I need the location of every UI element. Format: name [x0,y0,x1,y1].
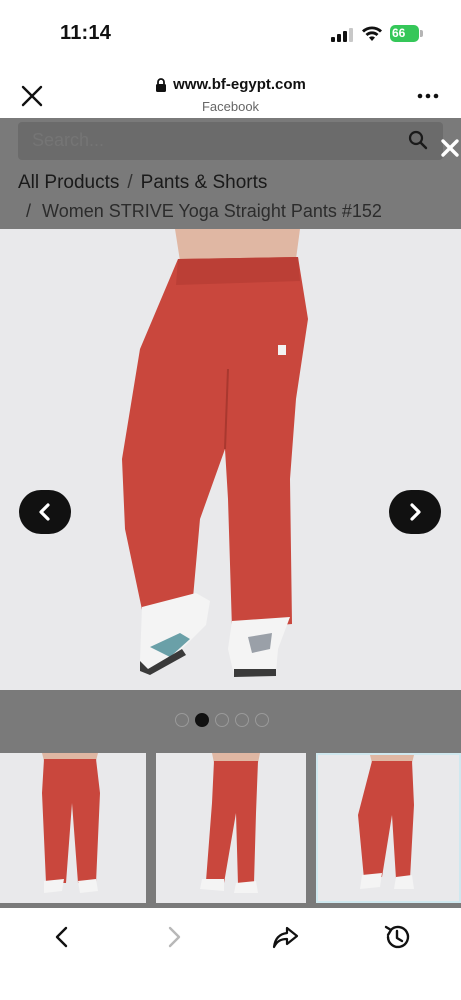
battery-tip [420,30,423,37]
thumbnail-image [318,755,459,901]
wifi-icon [362,26,382,41]
thumbnail-image [156,753,306,903]
product-image[interactable] [0,229,461,690]
status-bar: 11:14 66 [0,0,461,64]
address-bar[interactable]: www.bf-egypt.com Facebook [100,76,361,114]
lock-icon [156,77,167,92]
close-search-icon[interactable] [440,138,460,158]
pants-photo [0,229,461,690]
browser-toolbar [0,908,461,1000]
carousel-next-button[interactable] [389,490,441,534]
thumbnail-1[interactable] [0,753,146,903]
breadcrumb-pants-shorts[interactable]: Pants & Shorts [141,172,268,194]
share-icon[interactable] [271,923,299,951]
carousel-prev-button[interactable] [19,490,71,534]
battery-charging-icon: 66 [390,25,423,42]
back-icon[interactable] [48,923,76,951]
history-icon[interactable] [383,923,411,951]
breadcrumb-separator: / [127,172,133,193]
forward-icon[interactable] [160,923,188,951]
breadcrumb-current: / Women STRIVE Yoga Straight Pants #152 [26,201,382,222]
breadcrumb-all-products[interactable]: All Products [18,172,119,194]
page-url: www.bf-egypt.com [173,76,306,93]
browser-header: www.bf-egypt.com Facebook [0,64,461,118]
thumbnail-3-selected[interactable] [316,753,461,903]
referrer-label: Facebook [201,98,260,114]
breadcrumb-separator: / [26,201,32,221]
carousel-dot[interactable] [235,713,249,727]
carousel-dot[interactable] [215,713,229,727]
search-input[interactable] [32,130,264,151]
more-icon[interactable] [416,92,440,100]
thumbnail-strip [0,753,461,908]
carousel-dot-active[interactable] [195,713,209,727]
url-line: www.bf-egypt.com [155,76,306,93]
battery-level: 66 [392,26,406,40]
close-icon[interactable] [20,84,44,108]
battery-body: 66 [390,25,419,42]
status-time: 11:14 [60,22,112,44]
page-content: All Products / Pants & Shorts / Women STRI… [0,118,461,908]
chevron-right-icon [410,503,421,521]
carousel-indicator [175,713,269,727]
carousel-dot[interactable] [175,713,189,727]
carousel-dot[interactable] [255,713,269,727]
breadcrumb-product-title: Women STRIVE Yoga Straight Pants #152 [42,201,382,221]
search-box[interactable] [18,122,459,160]
chevron-left-icon [39,503,50,521]
thumbnail-2[interactable] [156,753,306,903]
search-icon[interactable] [408,130,428,150]
breadcrumb: All Products / Pants & Shorts [18,172,267,194]
cellular-signal-icon [331,28,353,42]
thumbnail-image [0,753,146,903]
